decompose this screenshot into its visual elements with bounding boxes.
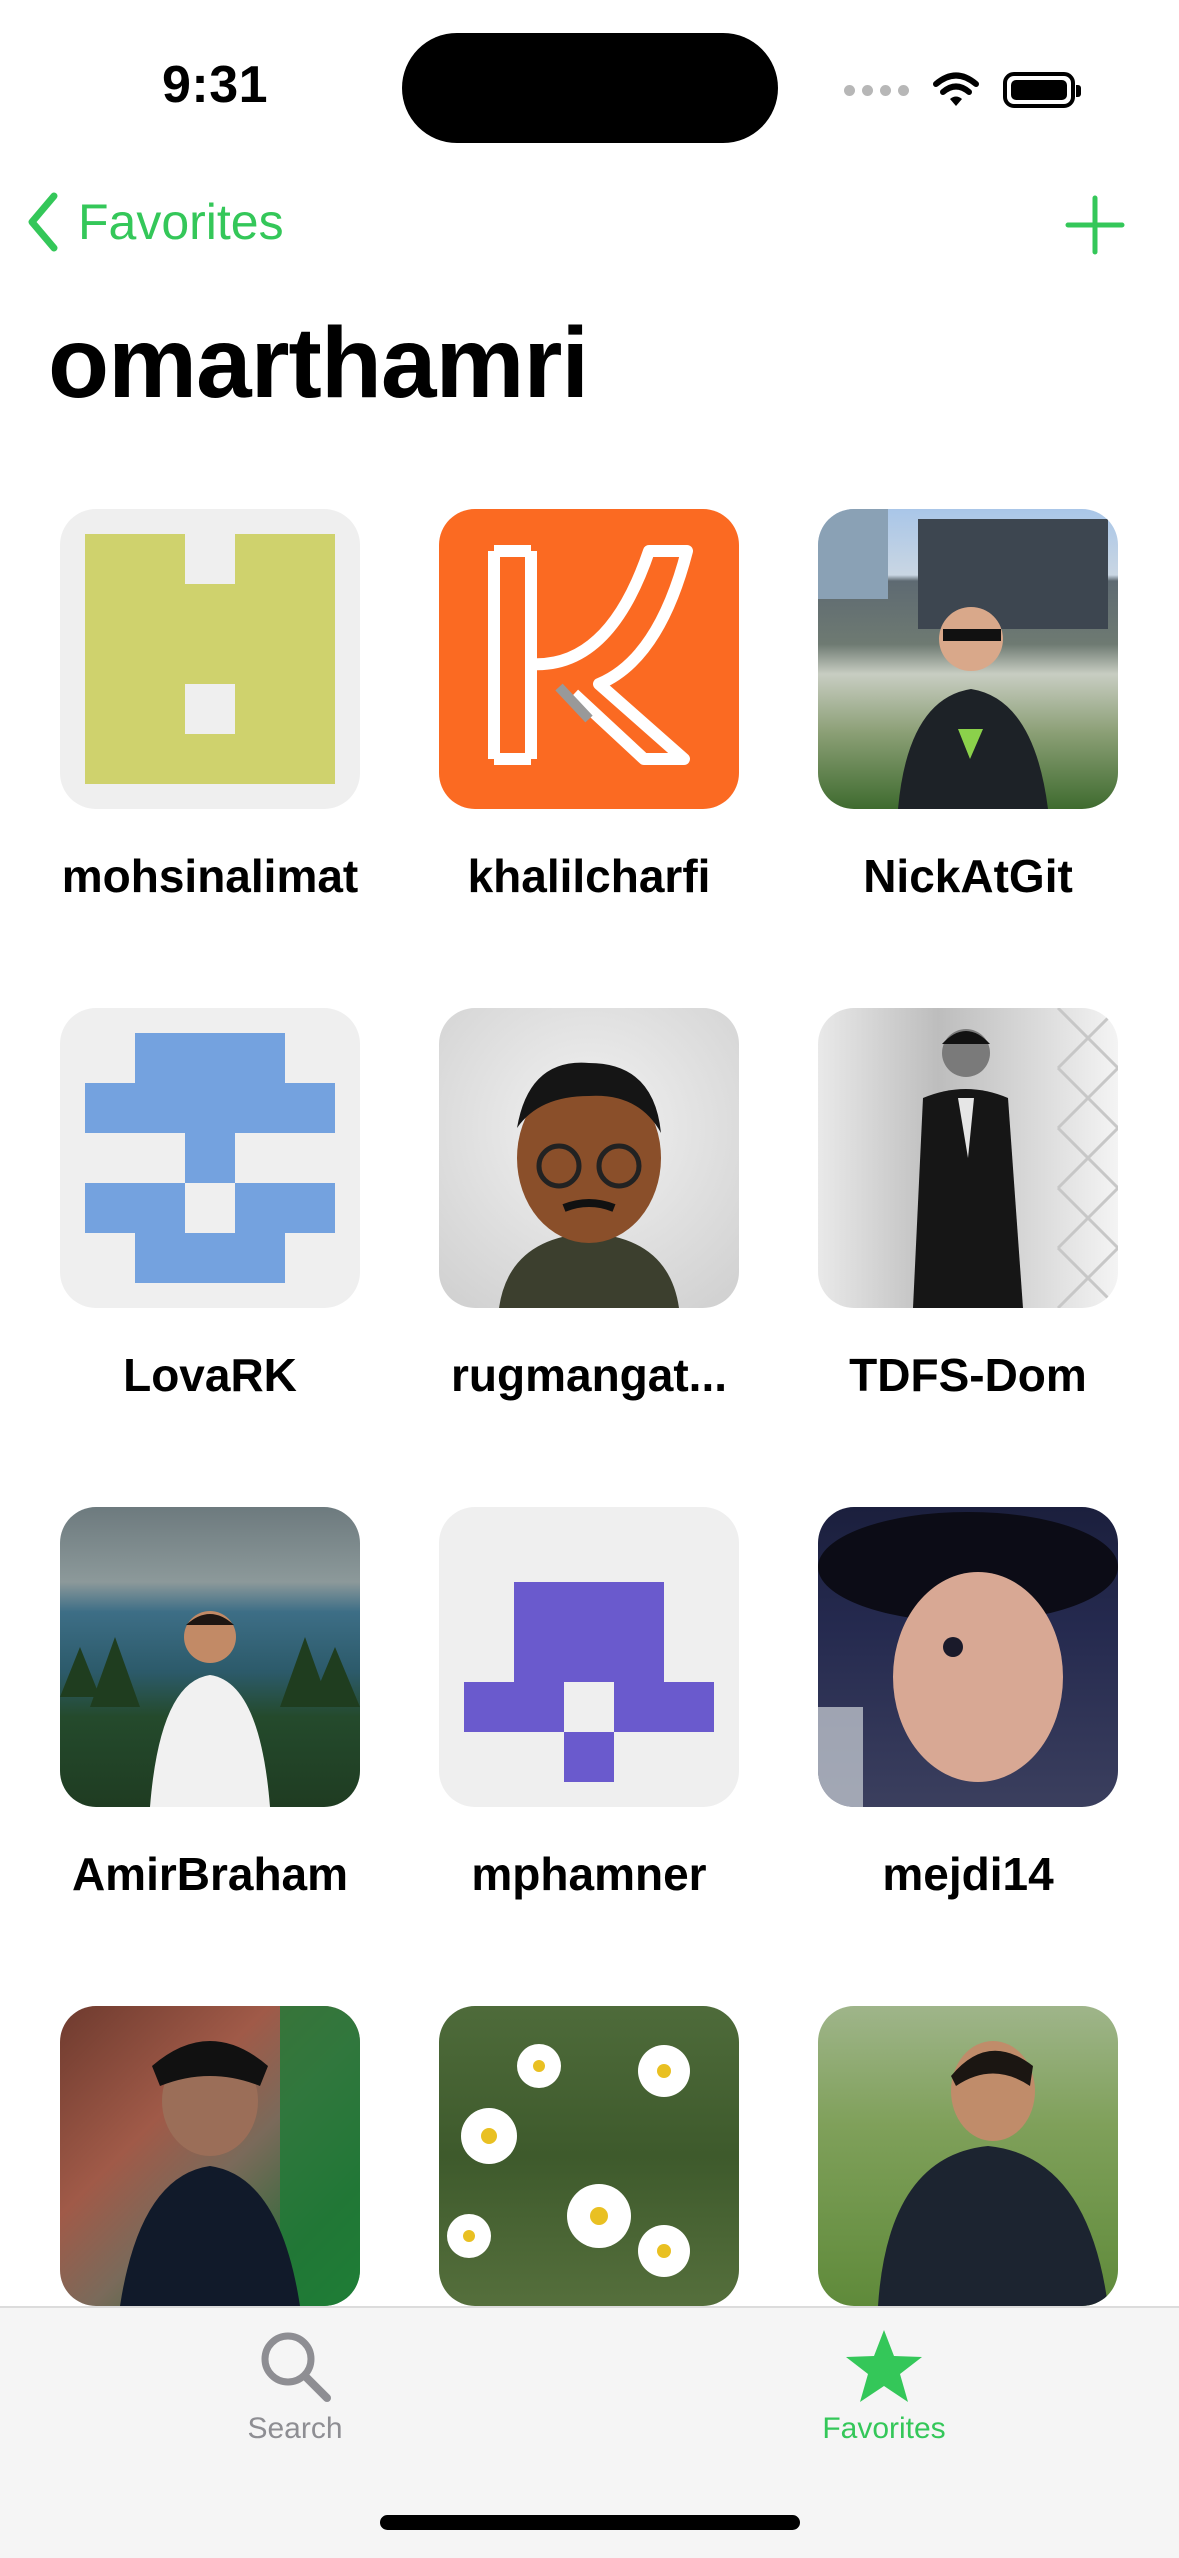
user-card[interactable]: khalilcharfi — [439, 509, 739, 902]
username: khalilcharfi — [467, 850, 711, 902]
user-card[interactable] — [60, 2006, 360, 2306]
tab-favorites-label: Favorites — [822, 2412, 946, 2445]
photo-icon — [60, 2006, 360, 2306]
status-icons — [844, 66, 1081, 114]
tab-search-label: Search — [247, 2412, 343, 2445]
dynamic-island — [402, 33, 778, 143]
user-card[interactable]: LovaRK — [60, 1008, 360, 1401]
identicon-blue-icon — [60, 1008, 360, 1308]
back-label: Favorites — [78, 194, 284, 250]
k-logo-icon — [439, 509, 739, 809]
photo-icon — [60, 1507, 360, 1807]
home-indicator — [380, 2515, 800, 2530]
photo-icon — [818, 2006, 1118, 2306]
username: rugmangat... — [450, 1349, 728, 1401]
battery-icon — [1003, 72, 1081, 108]
add-icon[interactable] — [1064, 194, 1126, 256]
page-title: omarthamri — [48, 307, 589, 419]
user-card[interactable] — [818, 2006, 1118, 2306]
username: mphamner — [471, 1848, 707, 1900]
username: AmirBraham — [71, 1848, 349, 1900]
photo-icon — [439, 2006, 739, 2306]
star-icon — [846, 2330, 922, 2402]
user-card[interactable]: mohsinalimat — [60, 509, 360, 902]
username: mohsinalimat — [61, 850, 359, 902]
identicon-green-icon — [60, 509, 360, 809]
memoji-icon — [439, 1008, 739, 1308]
user-card[interactable]: TDFS-Dom — [818, 1008, 1118, 1401]
chevron-left-icon — [28, 192, 58, 252]
username: mejdi14 — [882, 1848, 1054, 1900]
status-time: 9:31 — [162, 56, 269, 114]
wifi-icon — [933, 72, 979, 106]
cellular-signal-icon — [844, 84, 909, 96]
user-card[interactable] — [439, 2006, 739, 2306]
username: NickAtGit — [863, 850, 1073, 902]
username: TDFS-Dom — [849, 1349, 1087, 1401]
tab-favorites[interactable]: Favorites — [774, 2328, 994, 2446]
username: LovaRK — [123, 1349, 297, 1401]
photo-icon — [818, 1507, 1118, 1807]
back-button[interactable]: Favorites — [24, 192, 284, 252]
user-card[interactable]: rugmangat... — [439, 1008, 739, 1401]
tab-search[interactable]: Search — [185, 2328, 405, 2446]
identicon-purple-icon — [439, 1507, 739, 1807]
user-card[interactable]: mphamner — [439, 1507, 739, 1900]
user-card[interactable]: mejdi14 — [818, 1507, 1118, 1900]
user-card[interactable]: NickAtGit — [818, 509, 1118, 902]
user-card[interactable]: AmirBraham — [60, 1507, 360, 1900]
search-icon — [261, 2332, 331, 2402]
photo-icon — [818, 1008, 1118, 1308]
photo-icon — [818, 509, 1118, 809]
